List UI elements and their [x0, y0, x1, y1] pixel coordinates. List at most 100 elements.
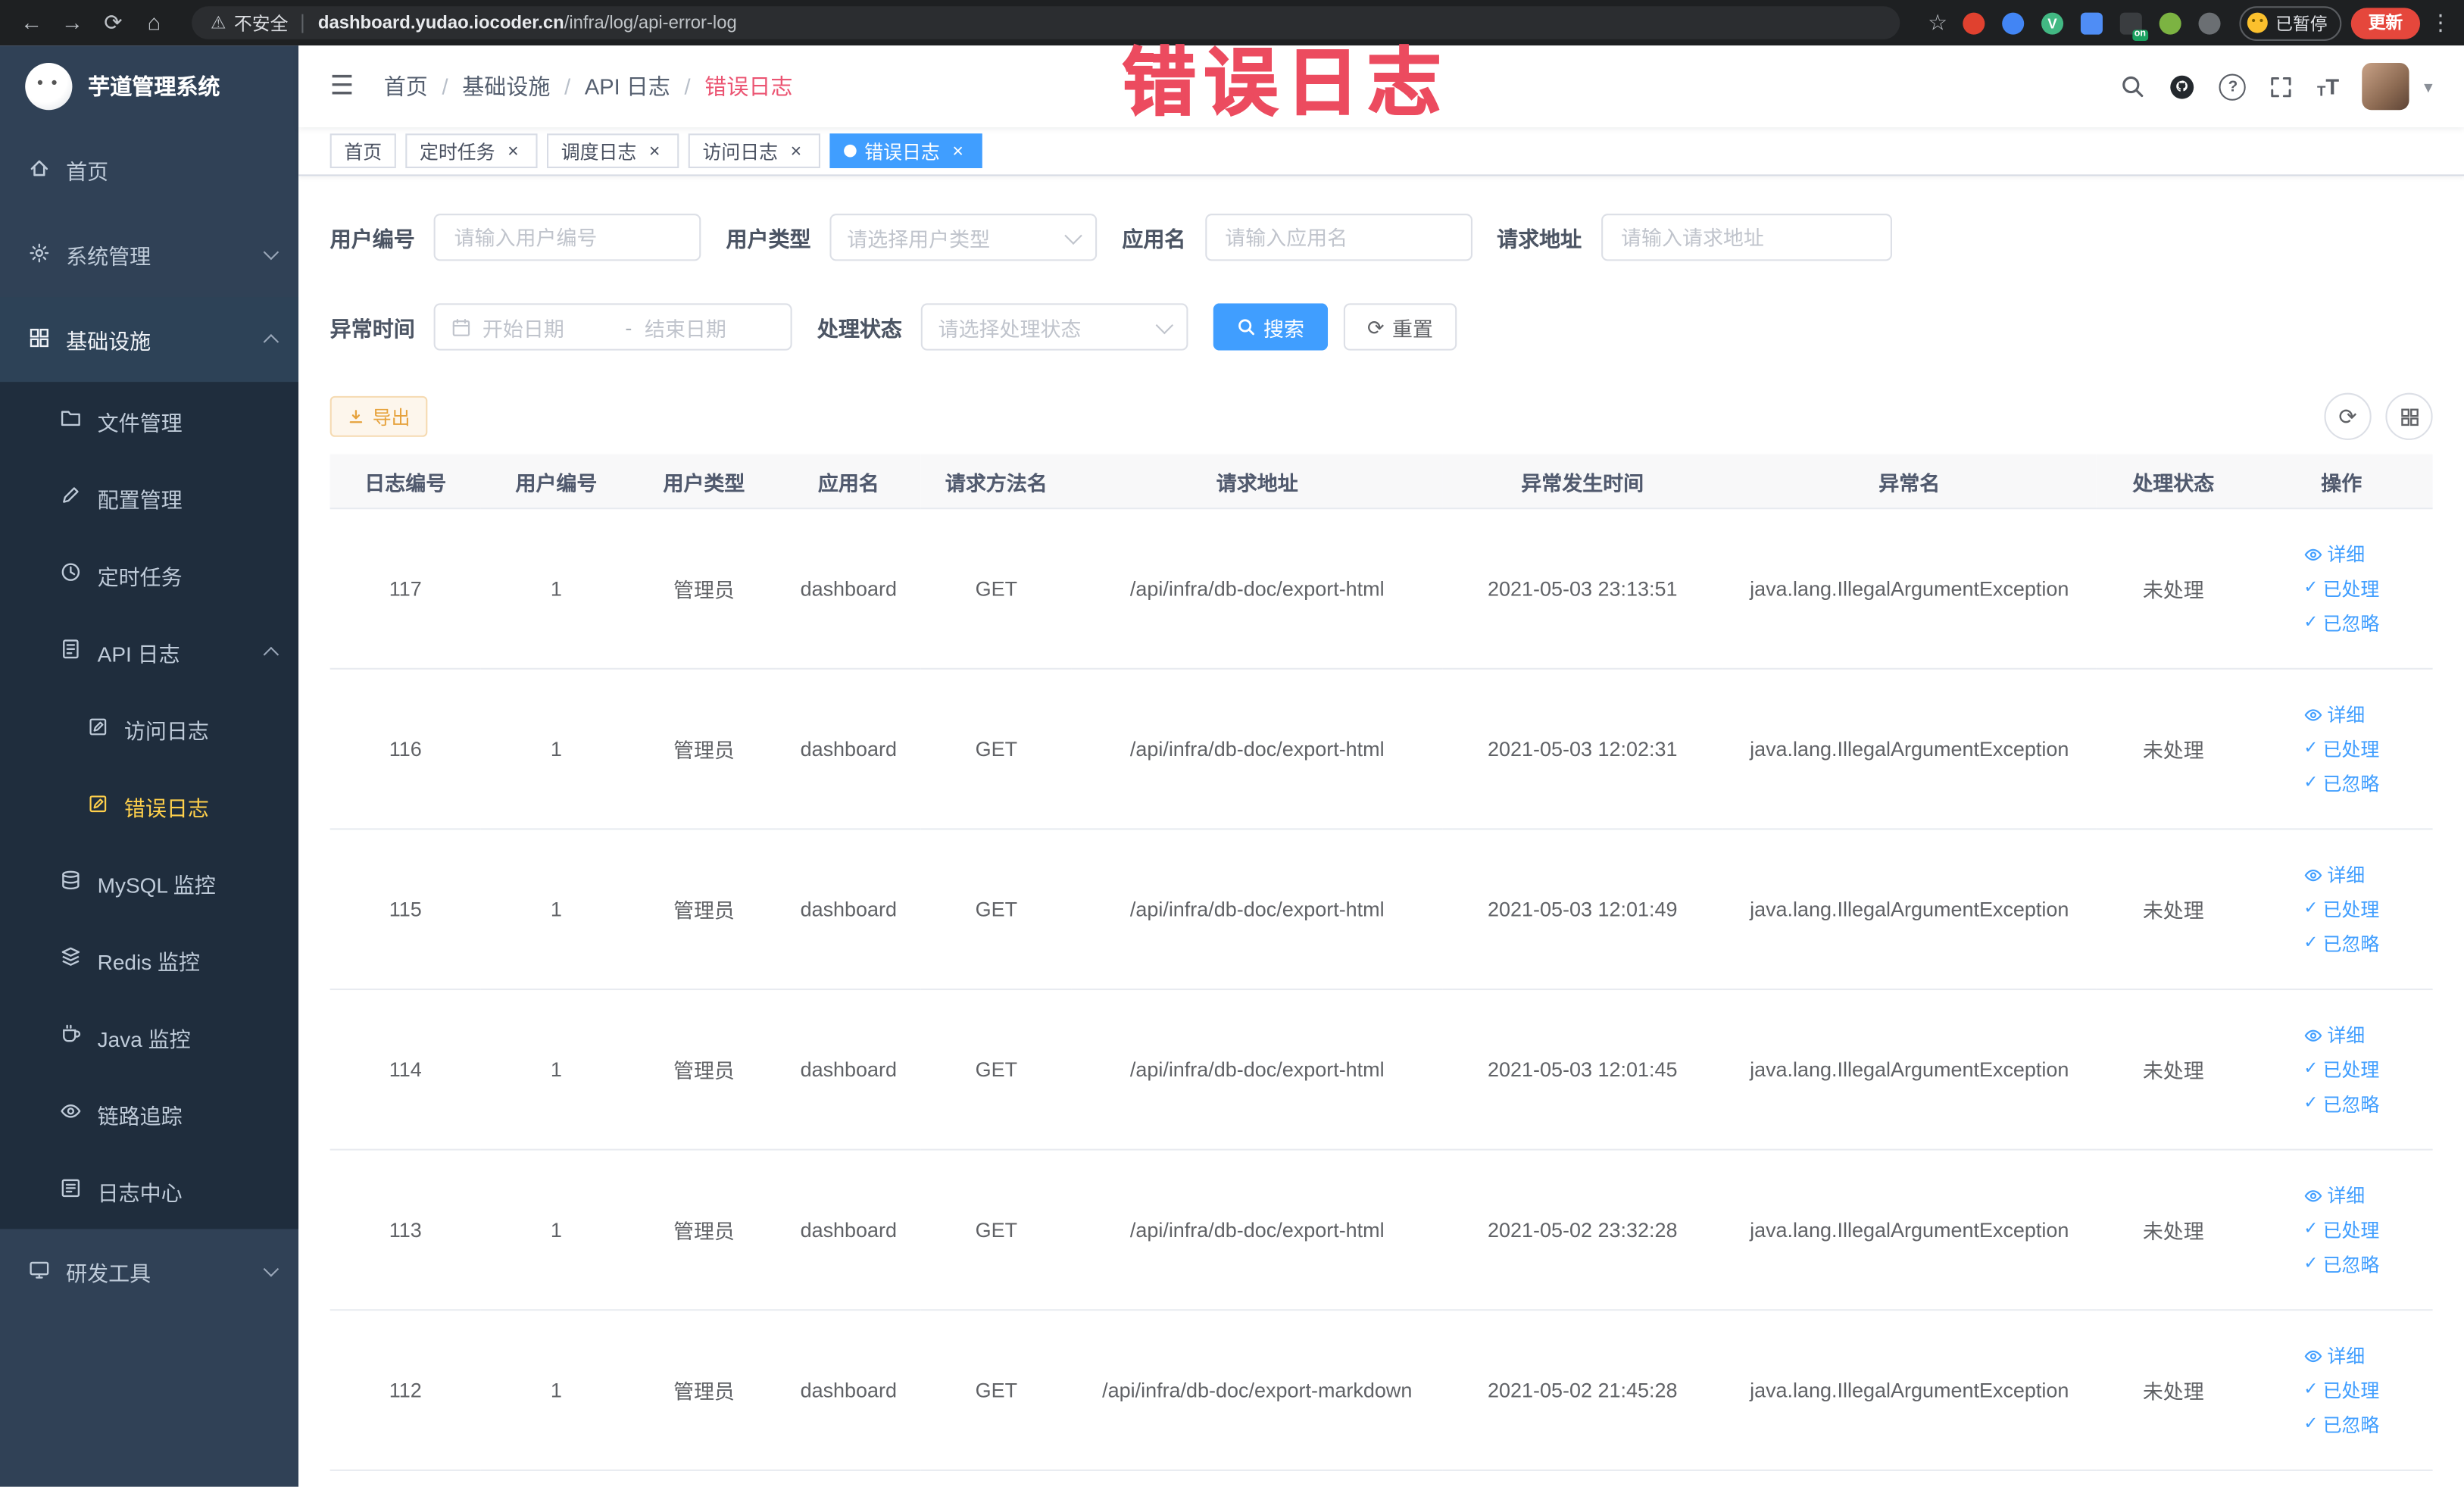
reload-icon[interactable]: ⟳: [98, 0, 129, 45]
clock-icon: [60, 561, 82, 588]
sidebar-item-scheduled-jobs[interactable]: 定时任务: [0, 536, 298, 613]
avatar[interactable]: [2363, 62, 2410, 111]
reset-button[interactable]: ⟳ 重置: [1343, 303, 1457, 351]
ignore-link[interactable]: ✓ 已忽略: [2303, 1409, 2379, 1440]
close-icon[interactable]: ×: [645, 141, 665, 161]
ignore-link[interactable]: ✓ 已忽略: [2303, 1248, 2379, 1279]
extension-red-icon[interactable]: [1963, 11, 1985, 34]
check-icon: ✓: [2303, 613, 2319, 633]
tab-dispatch-log[interactable]: 调度日志 ×: [547, 133, 679, 168]
github-icon[interactable]: [2169, 73, 2196, 99]
search-icon[interactable]: [2121, 74, 2146, 99]
bookmark-star-icon[interactable]: ☆: [1922, 0, 1953, 45]
url-host: dashboard.yudao.iocoder.cn: [317, 13, 564, 33]
detail-link[interactable]: 详细: [2303, 1019, 2365, 1050]
forward-icon[interactable]: →: [57, 0, 88, 45]
browser-update-button[interactable]: 更新: [2350, 7, 2421, 39]
search-button[interactable]: 搜索: [1213, 303, 1329, 351]
process-status-select[interactable]: 请选择处理状态: [920, 303, 1188, 351]
close-icon[interactable]: ×: [948, 141, 968, 161]
breadcrumb-home[interactable]: 首页: [384, 70, 428, 102]
cell-actions: 详细 ✓ 已处理 ✓ 已忽略: [2250, 508, 2433, 670]
app-name-input[interactable]: [1222, 223, 1455, 251]
avatar-caret-icon[interactable]: ▾: [2424, 77, 2432, 97]
close-icon[interactable]: ×: [785, 141, 806, 161]
sidebar-item-trace[interactable]: 链路追踪: [0, 1075, 298, 1152]
processed-link[interactable]: ✓ 已处理: [2303, 1214, 2379, 1245]
row-actions: 详细 ✓ 已处理 ✓ 已忽略: [2303, 539, 2379, 639]
sidebar-item-java-monitor[interactable]: Java 监控: [0, 998, 298, 1075]
redis-stack-icon: [60, 946, 82, 973]
detail-link[interactable]: 详细: [2303, 1179, 2365, 1211]
extension-pin-icon[interactable]: [2198, 11, 2221, 34]
col-user-type: 用户类型: [632, 454, 776, 510]
ignore-link[interactable]: ✓ 已忽略: [2303, 928, 2379, 959]
sidebar-item-access-log[interactable]: 访问日志: [0, 690, 298, 767]
filter-label: 处理状态: [817, 317, 902, 342]
user-id-input[interactable]: [451, 223, 684, 251]
detail-link[interactable]: 详细: [2303, 698, 2365, 729]
profile-paused-badge[interactable]: 已暂停: [2239, 5, 2342, 40]
detail-link[interactable]: 详细: [2303, 1340, 2365, 1371]
sidebar-item-redis-monitor[interactable]: Redis 监控: [0, 921, 298, 998]
sidebar-item-file-management[interactable]: 文件管理: [0, 382, 298, 459]
hamburger-icon[interactable]: ☰: [322, 70, 361, 102]
back-icon[interactable]: ←: [16, 0, 47, 45]
request-url-input-wrap: [1601, 214, 1891, 261]
detail-link[interactable]: 详细: [2303, 539, 2365, 570]
export-button[interactable]: 导出: [329, 395, 428, 437]
address-bar[interactable]: ⚠ 不安全 dashboard.yudao.iocoder.cn /infra/…: [192, 6, 1900, 39]
tab-scheduled-jobs[interactable]: 定时任务 ×: [405, 133, 538, 168]
home-icon[interactable]: ⌂: [139, 0, 170, 45]
filter-app-name: 应用名: [1122, 214, 1472, 261]
processed-link[interactable]: ✓ 已处理: [2303, 893, 2379, 924]
sidebar-item-label: 访问日志: [123, 719, 209, 743]
font-size-icon[interactable]: TT: [2317, 74, 2339, 99]
ignore-link[interactable]: ✓ 已忽略: [2303, 767, 2379, 798]
app-shell: 芋道管理系统 首页 系统管理 基础设施 文件管理 配置管理 定时任务 API 日…: [0, 45, 2464, 1487]
sidebar-item-error-log[interactable]: 错误日志: [0, 767, 298, 844]
processed-link[interactable]: ✓ 已处理: [2303, 573, 2379, 604]
sidebar-item-log-center[interactable]: 日志中心: [0, 1152, 298, 1229]
extension-vue-icon[interactable]: V: [2041, 11, 2064, 34]
document-icon: [60, 638, 82, 664]
sidebar-item-api-log[interactable]: API 日志: [0, 613, 298, 690]
date-range-picker[interactable]: 开始日期 - 结束日期: [433, 303, 792, 351]
processed-link[interactable]: ✓ 已处理: [2303, 733, 2379, 764]
url-divider: [302, 13, 304, 33]
breadcrumb-infra[interactable]: 基础设施: [462, 70, 550, 102]
fullscreen-icon[interactable]: [2270, 75, 2294, 98]
ignore-link[interactable]: ✓ 已忽略: [2303, 1089, 2379, 1120]
refresh-button[interactable]: ⟳: [2324, 392, 2372, 440]
column-settings-button[interactable]: [2385, 392, 2433, 440]
table-row: 114 1 管理员 dashboard GET/api/infra/db-doc/exp…: [329, 989, 2433, 1151]
sidebar-item-mysql-monitor[interactable]: MySQL 监控: [0, 844, 298, 921]
extension-blue-drop-icon[interactable]: [2002, 11, 2025, 34]
sidebar-item-dev-tools[interactable]: 研发工具: [0, 1229, 298, 1314]
extension-grid-icon[interactable]: [2080, 11, 2103, 34]
request-url-input[interactable]: [1617, 223, 1875, 251]
breadcrumb-api-log[interactable]: API 日志: [585, 70, 670, 102]
help-icon[interactable]: ?: [2219, 73, 2247, 100]
user-type-select[interactable]: 请选择用户类型: [829, 214, 1098, 261]
sidebar-item-infra[interactable]: 基础设施: [0, 297, 299, 383]
tab-access-log[interactable]: 访问日志 ×: [688, 133, 821, 168]
tab-home[interactable]: 首页: [329, 133, 396, 168]
sidebar-item-config-management[interactable]: 配置管理: [0, 459, 298, 536]
close-icon[interactable]: ×: [503, 141, 523, 161]
extension-on-icon[interactable]: on: [2119, 11, 2149, 40]
detail-link[interactable]: 详细: [2303, 859, 2365, 890]
processed-link[interactable]: ✓ 已处理: [2303, 1374, 2379, 1405]
extension-leaf-icon[interactable]: [2159, 11, 2181, 34]
sidebar-item-system[interactable]: 系统管理: [0, 212, 298, 297]
browser-menu-icon[interactable]: ⋮: [2429, 0, 2451, 45]
tab-label: 访问日志: [702, 140, 779, 163]
processed-link[interactable]: ✓ 已处理: [2303, 1054, 2379, 1085]
tab-label: 调度日志: [561, 140, 637, 163]
logo-image: [25, 62, 73, 111]
search-button-label: 搜索: [1263, 317, 1305, 341]
sidebar-item-home[interactable]: 首页: [0, 127, 298, 212]
ignore-link[interactable]: ✓ 已忽略: [2303, 608, 2379, 639]
table-row: 115 1 管理员 dashboard GET/api/infra/db-doc/exp…: [329, 829, 2433, 991]
tab-error-log[interactable]: 错误日志 ×: [829, 133, 982, 168]
